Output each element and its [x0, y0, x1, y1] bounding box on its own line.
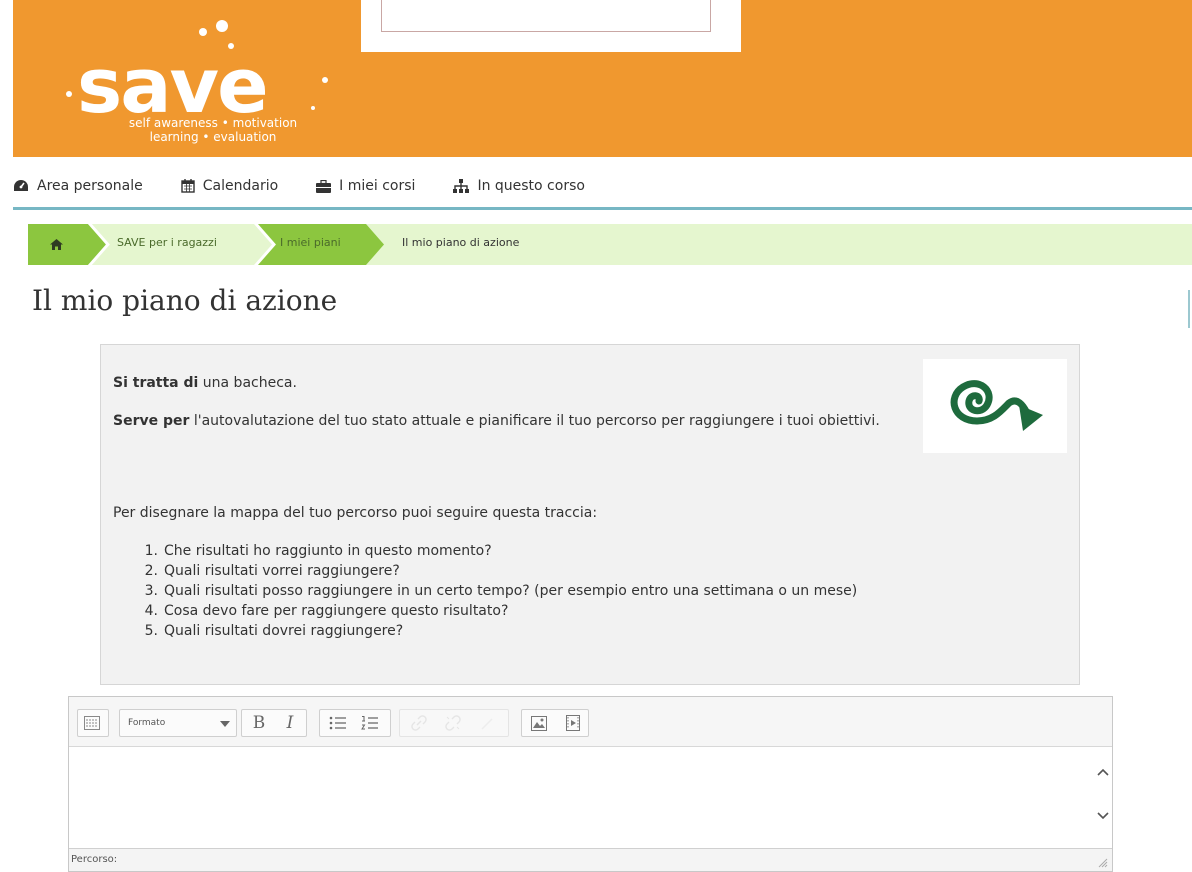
nav-area-personale[interactable]: Area personale [13, 178, 143, 194]
unlink-icon [445, 715, 461, 731]
link-button[interactable] [405, 710, 433, 736]
dashboard-icon [14, 180, 28, 191]
image-icon [531, 715, 547, 731]
list-text: Quali risultati vorrei raggiungere? [164, 563, 400, 579]
toolbar-group-toggle [77, 709, 109, 737]
list-text: Quali risultati dovrei raggiungere? [164, 623, 404, 639]
list-number: 1. [144, 543, 158, 559]
toolbar-group-media [521, 709, 589, 737]
bulleted-list-button[interactable] [324, 710, 352, 736]
logo-wordmark: save [77, 41, 269, 130]
nav-label: I miei corsi [339, 178, 416, 194]
intro-paragraph-3: Per disegnare la mappa del tuo percorso … [113, 505, 598, 521]
editor-statusbar: Percorso: [69, 848, 1112, 871]
insert-media-button[interactable] [559, 710, 587, 736]
breadcrumb-arrows [28, 224, 384, 265]
bulleted-list-icon [329, 716, 346, 730]
spiral-image [923, 359, 1067, 453]
site-logo[interactable]: save self awareness • motivation learnin… [63, 12, 363, 154]
intro-box: Si tratta di una bacheca. Serve per l'au… [100, 344, 1080, 685]
format-select-label: Formato [128, 718, 166, 728]
nav-in-questo-corso[interactable]: In questo corso [453, 178, 585, 194]
text-editor: Formato B I Percorso: [68, 696, 1113, 872]
intro-paragraph-2: Serve per l'autovalutazione del tuo stat… [113, 411, 923, 431]
unlink-button[interactable] [439, 710, 467, 736]
intro-bold-1: Si tratta di [113, 375, 199, 391]
intro-paragraph-1: Si tratta di una bacheca. [113, 373, 297, 393]
toolbar-group-style: B I [241, 709, 307, 737]
list-number: 2. [144, 563, 158, 579]
nav-label: Calendario [202, 178, 279, 194]
toolbar-group-lists [319, 709, 391, 737]
editor-content-area[interactable] [69, 748, 1112, 848]
list-item: 1. Che risultati ho raggiunto in questo m… [133, 541, 857, 561]
resize-grip-icon[interactable] [1098, 858, 1108, 868]
list-text: Che risultati ho raggiunto in questo mom… [164, 543, 492, 559]
sitemap-icon [453, 179, 470, 193]
italic-button[interactable]: I [276, 710, 304, 736]
chevron-down-icon [220, 721, 230, 727]
page-title: Il mio piano di azione [32, 284, 338, 317]
bold-button[interactable]: B [245, 710, 273, 736]
logo-tagline: self awareness • motivation learning • e… [73, 116, 353, 144]
toolbar-group-links [399, 709, 509, 737]
nav-label: In questo corso [477, 178, 585, 194]
logo-tagline-line1: self awareness • motivation [128, 116, 298, 130]
editor-scrollbar[interactable] [1094, 748, 1112, 848]
list-number: 5. [144, 623, 158, 639]
breadcrumb-item-save-per-i-ragazzi[interactable]: SAVE per i ragazzi [117, 236, 217, 249]
media-icon [566, 715, 580, 731]
nav-i-miei-corsi[interactable]: I miei corsi [316, 178, 415, 194]
overlay-popup-box [381, 0, 711, 32]
anchor-icon [481, 718, 493, 730]
breadcrumb: SAVE per i ragazzi I miei piani Il mio p… [28, 224, 1192, 265]
home-icon [49, 239, 63, 250]
list-number: 4. [144, 603, 158, 619]
scroll-up-icon[interactable] [1097, 768, 1109, 776]
nav-divider [13, 207, 1192, 210]
main-nav: Area personale Calendario I miei corsi I… [13, 166, 623, 206]
list-item: 3. Quali risultati posso raggiungere in u… [133, 581, 858, 601]
anchor-button[interactable] [473, 710, 501, 736]
guide-list: 1. Che risultati ho raggiunto in questo m… [133, 541, 858, 641]
briefcase-icon [316, 179, 332, 193]
insert-image-button[interactable] [525, 710, 553, 736]
nav-label: Area personale [37, 178, 143, 194]
intro-text-1: una bacheca. [198, 375, 297, 391]
right-edge-marker [1188, 290, 1190, 328]
editor-toolbar: Formato B I [69, 697, 1112, 747]
list-text: Quali risultati posso raggiungere in un … [164, 583, 858, 599]
numbered-list-icon [361, 716, 378, 730]
spiral-arrow-icon [950, 380, 1043, 431]
format-select[interactable]: Formato [119, 709, 237, 737]
overlay-popup [361, 0, 741, 52]
list-item: 4. Cosa devo fare per raggiungere questo … [133, 601, 857, 621]
intro-text-2: l'autovalutazione del tuo stato attuale … [189, 413, 880, 429]
editor-path-label: Percorso: [71, 854, 118, 865]
list-item: 5. Quali risultati dovrei raggiungere? [133, 621, 857, 641]
scroll-down-icon[interactable] [1097, 812, 1109, 820]
nav-calendario[interactable]: Calendario [181, 178, 278, 194]
breadcrumb-home[interactable] [28, 224, 84, 265]
list-item: 2. Quali risultati vorrei raggiungere? [133, 561, 857, 581]
intro-bold-2: Serve per [113, 413, 190, 429]
breadcrumb-item-current: Il mio piano di azione [402, 236, 520, 249]
numbered-list-button[interactable] [356, 710, 384, 736]
link-icon [411, 715, 427, 731]
page-root: save self awareness • motivation learnin… [0, 0, 1192, 872]
logo-tagline-line2: learning • evaluation [149, 130, 277, 144]
list-text: Cosa devo fare per raggiungere questo ri… [164, 603, 509, 619]
breadcrumb-item-i-miei-piani[interactable]: I miei piani [280, 236, 341, 249]
list-number: 3. [144, 583, 158, 599]
toolbar-toggle-button[interactable] [78, 710, 106, 736]
calendar-icon [181, 179, 195, 193]
toolbar-toggle-icon [84, 716, 100, 730]
